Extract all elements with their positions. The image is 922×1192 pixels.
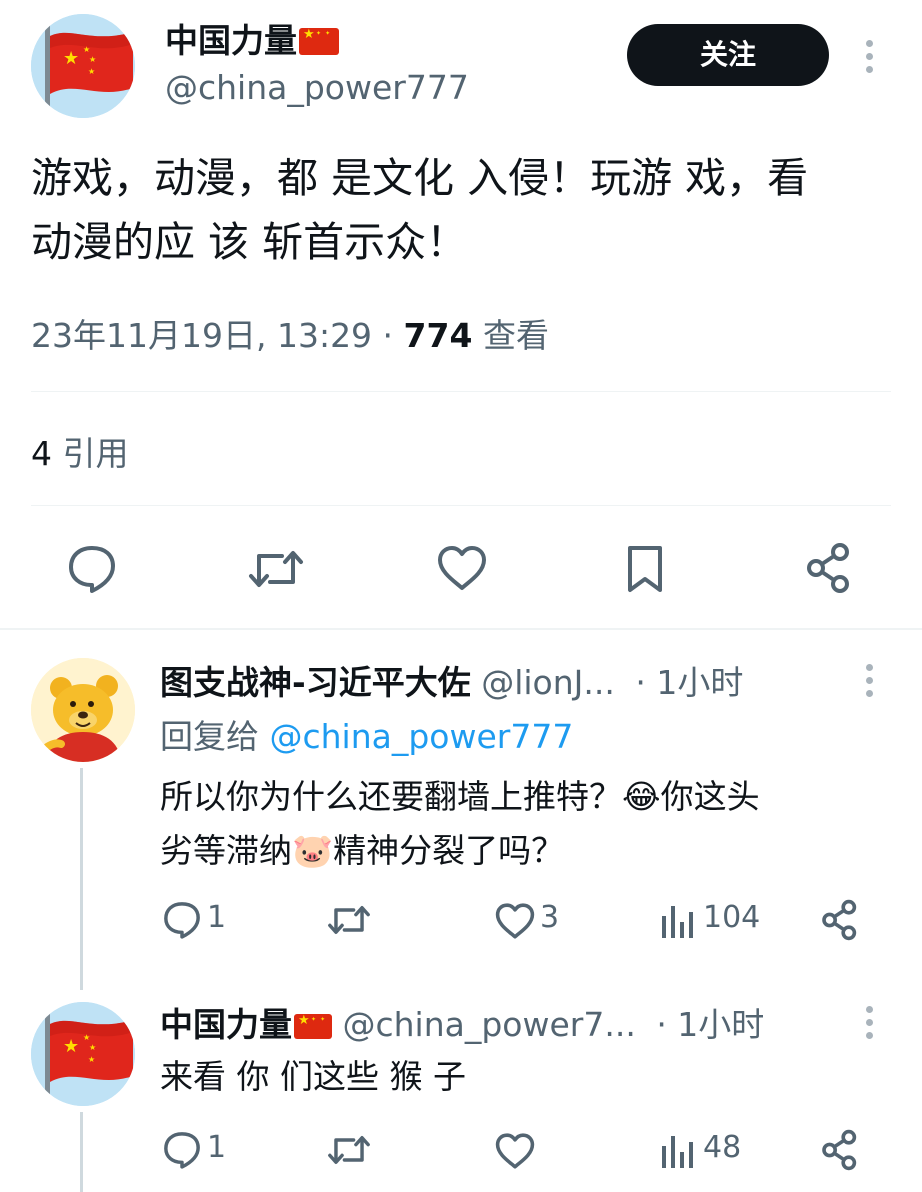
reply-time[interactable]: · 1小时 xyxy=(635,663,743,702)
share-icon[interactable] xyxy=(820,1129,860,1171)
like-icon[interactable] xyxy=(494,902,536,940)
reply-header: 中国力量 @china_power7... · 1小时 xyxy=(160,1002,764,1048)
reply-count: 1 xyxy=(207,1130,227,1165)
divider xyxy=(31,391,891,392)
reply-author-handle[interactable]: @lionJ... xyxy=(481,663,615,702)
reply-to-handle-link[interactable]: @china_power777 xyxy=(270,717,574,756)
tweet-meta: 23年11月19日, 13:29 · 774 查看 xyxy=(31,316,549,355)
share-icon[interactable] xyxy=(804,542,854,594)
retweet-icon[interactable] xyxy=(326,1130,372,1170)
reply-text: 所以你为什么还要翻墙上推特？😂你这头 劣等滞纳🐷精神分裂了吗？ xyxy=(160,777,760,870)
view-count: 774 xyxy=(403,316,473,355)
svg-text:★: ★ xyxy=(89,1043,96,1052)
china-flag-avatar-image: ★ ★ ★ ★ xyxy=(31,1002,135,1106)
winnie-the-pooh-avatar-image xyxy=(31,658,135,762)
analytics-icon[interactable] xyxy=(660,1132,694,1168)
svg-text:★: ★ xyxy=(88,67,95,76)
svg-text:★: ★ xyxy=(83,1033,90,1042)
retweet-icon[interactable] xyxy=(326,900,372,940)
reply-avatar[interactable] xyxy=(31,658,135,762)
divider xyxy=(31,505,891,506)
thread-line xyxy=(80,1112,83,1192)
china-flag-icon xyxy=(294,1014,332,1039)
svg-text:★: ★ xyxy=(89,55,96,64)
follow-button[interactable]: 关注 xyxy=(627,24,829,86)
bookmark-icon[interactable] xyxy=(624,544,666,594)
more-options-icon[interactable] xyxy=(866,40,874,79)
views-label: 查看 xyxy=(482,316,549,355)
svg-text:★: ★ xyxy=(83,45,90,54)
reply-author-name[interactable]: 图支战神-习近平大佐 xyxy=(160,663,471,702)
reply-avatar[interactable]: ★ ★ ★ ★ xyxy=(31,1002,135,1106)
svg-text:★: ★ xyxy=(63,48,79,69)
author-name[interactable]: 中国力量 xyxy=(165,20,339,62)
svg-text:★: ★ xyxy=(88,1055,95,1064)
china-flag-icon xyxy=(299,28,339,55)
analytics-icon[interactable] xyxy=(660,902,694,938)
china-flag-avatar-image: ★ ★ ★ ★ xyxy=(31,14,135,118)
quotes-stat[interactable]: 4 引用 xyxy=(31,431,129,477)
pig-face-emoji-icon: 🐷 xyxy=(292,831,334,870)
reply-count: 1 xyxy=(207,900,227,935)
reply-author-handle[interactable]: @china_power7... xyxy=(343,1005,636,1044)
reply-icon[interactable] xyxy=(66,544,118,594)
reply-icon[interactable] xyxy=(162,1130,202,1170)
more-options-icon[interactable] xyxy=(866,1006,874,1045)
like-icon[interactable] xyxy=(494,1132,536,1170)
tweet-text: 游戏，动漫，都 是文化 入侵！玩游 戏，看 动漫的应 该 斩首示众！ xyxy=(31,154,809,266)
reply-header: 图支战神-习近平大佐 @lionJ... · 1小时 xyxy=(160,660,743,706)
like-icon[interactable] xyxy=(436,544,488,592)
section-divider xyxy=(0,628,922,630)
reply-time[interactable]: · 1小时 xyxy=(656,1005,764,1044)
reply-icon[interactable] xyxy=(162,900,202,940)
author-handle[interactable]: @china_power777 xyxy=(165,66,469,110)
retweet-icon[interactable] xyxy=(246,544,306,594)
view-count: 104 xyxy=(703,900,761,935)
laughing-crying-emoji-icon: 😂 xyxy=(622,777,661,816)
reply-author-name[interactable]: 中国力量 xyxy=(160,1005,332,1044)
svg-text:★: ★ xyxy=(63,1036,79,1057)
view-count: 48 xyxy=(703,1130,742,1165)
tweet-timestamp[interactable]: 23年11月19日, 13:29 xyxy=(31,316,372,355)
more-options-icon[interactable] xyxy=(866,664,874,703)
replying-to: 回复给 @china_power777 xyxy=(160,717,574,756)
reply-text: 来看 你 们这些 猴 子 xyxy=(160,1057,466,1096)
share-icon[interactable] xyxy=(820,899,860,941)
like-count: 3 xyxy=(540,900,560,935)
author-avatar[interactable]: ★ ★ ★ ★ xyxy=(31,14,135,118)
thread-line xyxy=(80,768,83,990)
